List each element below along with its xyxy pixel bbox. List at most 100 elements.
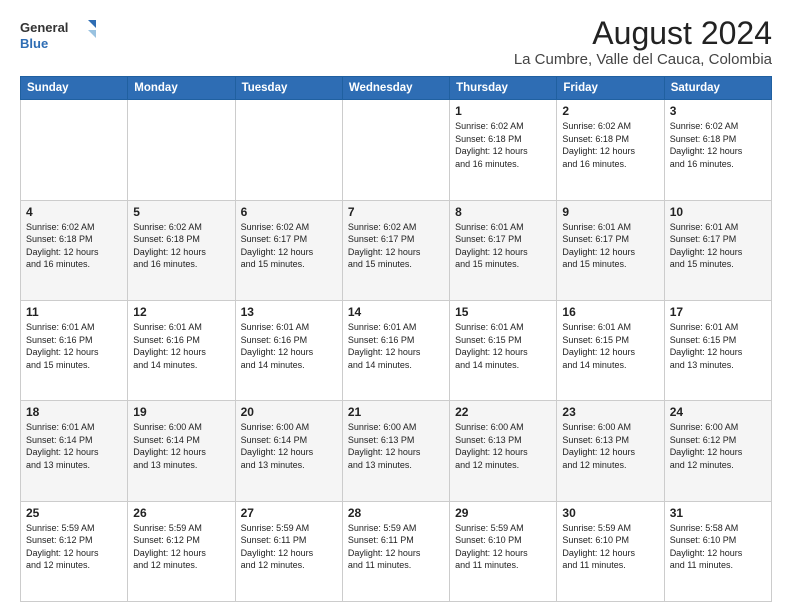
day-number: 24: [670, 405, 766, 419]
day-number: 19: [133, 405, 229, 419]
day-number: 18: [26, 405, 122, 419]
day-info: Sunrise: 6:00 AM Sunset: 6:13 PM Dayligh…: [348, 421, 444, 471]
day-number: 23: [562, 405, 658, 419]
calendar-header-thursday: Thursday: [450, 77, 557, 100]
calendar-cell: 27Sunrise: 5:59 AM Sunset: 6:11 PM Dayli…: [235, 501, 342, 601]
calendar-header-saturday: Saturday: [664, 77, 771, 100]
day-number: 26: [133, 506, 229, 520]
day-number: 27: [241, 506, 337, 520]
calendar-cell: 6 Sunrise: 6:02 AM Sunset: 6:17 PM Daylig…: [235, 200, 342, 300]
day-info: Sunrise: 5:58 AM Sunset: 6:10 PM Dayligh…: [670, 522, 766, 572]
page-title: August 2024: [514, 16, 772, 51]
day-number: 17: [670, 305, 766, 319]
calendar-week-1: 1 Sunrise: 6:02 AM Sunset: 6:18 PM Daylig…: [21, 100, 772, 200]
calendar-cell: [342, 100, 449, 200]
day-info: Sunrise: 6:02 AM Sunset: 6:18 PM Dayligh…: [133, 221, 229, 271]
calendar-cell: 9Sunrise: 6:01 AM Sunset: 6:17 PM Daylig…: [557, 200, 664, 300]
day-number: 28: [348, 506, 444, 520]
day-info: Sunrise: 6:02 AM Sunset: 6:18 PM Dayligh…: [26, 221, 122, 271]
calendar-cell: 3 Sunrise: 6:02 AM Sunset: 6:18 PM Daylig…: [664, 100, 771, 200]
day-info: Sunrise: 6:01 AM Sunset: 6:15 PM Dayligh…: [562, 321, 658, 371]
calendar-cell: 16 Sunrise: 6:01 AM Sunset: 6:15 PM Dayli…: [557, 300, 664, 400]
calendar-cell: [235, 100, 342, 200]
calendar-cell: 20 Sunrise: 6:00 AM Sunset: 6:14 PM Dayli…: [235, 401, 342, 501]
day-number: 10: [670, 205, 766, 219]
day-info: Sunrise: 6:01 AM Sunset: 6:15 PM Dayligh…: [670, 321, 766, 371]
day-info: Sunrise: 6:00 AM Sunset: 6:14 PM Dayligh…: [241, 421, 337, 471]
calendar-header-row: SundayMondayTuesdayWednesdayThursdayFrid…: [21, 77, 772, 100]
calendar-cell: 26 Sunrise: 5:59 AM Sunset: 6:12 PM Dayli…: [128, 501, 235, 601]
calendar-header-friday: Friday: [557, 77, 664, 100]
calendar-cell: 31 Sunrise: 5:58 AM Sunset: 6:10 PM Dayli…: [664, 501, 771, 601]
day-number: 31: [670, 506, 766, 520]
calendar-body: 1 Sunrise: 6:02 AM Sunset: 6:18 PM Daylig…: [21, 100, 772, 602]
day-number: 29: [455, 506, 551, 520]
day-number: 5: [133, 205, 229, 219]
calendar-cell: 21Sunrise: 6:00 AM Sunset: 6:13 PM Dayli…: [342, 401, 449, 501]
day-info: Sunrise: 6:01 AM Sunset: 6:14 PM Dayligh…: [26, 421, 122, 471]
day-info: Sunrise: 6:02 AM Sunset: 6:17 PM Dayligh…: [241, 221, 337, 271]
page-subtitle: La Cumbre, Valle del Cauca, Colombia: [514, 51, 772, 68]
calendar-table: SundayMondayTuesdayWednesdayThursdayFrid…: [20, 76, 772, 602]
calendar-cell: [128, 100, 235, 200]
calendar-cell: 14Sunrise: 6:01 AM Sunset: 6:16 PM Dayli…: [342, 300, 449, 400]
svg-text:General: General: [20, 20, 68, 35]
title-block: August 2024 La Cumbre, Valle del Cauca, …: [514, 16, 772, 68]
calendar-cell: 24 Sunrise: 6:00 AM Sunset: 6:12 PM Dayli…: [664, 401, 771, 501]
calendar-cell: 7 Sunrise: 6:02 AM Sunset: 6:17 PM Daylig…: [342, 200, 449, 300]
svg-text:Blue: Blue: [20, 36, 48, 51]
day-info: Sunrise: 6:00 AM Sunset: 6:12 PM Dayligh…: [670, 421, 766, 471]
day-info: Sunrise: 6:01 AM Sunset: 6:17 PM Dayligh…: [562, 221, 658, 271]
day-info: Sunrise: 6:02 AM Sunset: 6:17 PM Dayligh…: [348, 221, 444, 271]
calendar-cell: 15Sunrise: 6:01 AM Sunset: 6:15 PM Dayli…: [450, 300, 557, 400]
day-info: Sunrise: 6:01 AM Sunset: 6:17 PM Dayligh…: [455, 221, 551, 271]
day-number: 4: [26, 205, 122, 219]
day-number: 8: [455, 205, 551, 219]
day-number: 14: [348, 305, 444, 319]
day-info: Sunrise: 5:59 AM Sunset: 6:11 PM Dayligh…: [348, 522, 444, 572]
day-number: 16: [562, 305, 658, 319]
day-info: Sunrise: 5:59 AM Sunset: 6:12 PM Dayligh…: [133, 522, 229, 572]
calendar-cell: 10 Sunrise: 6:01 AM Sunset: 6:17 PM Dayli…: [664, 200, 771, 300]
header: General Blue August 2024 La Cumbre, Vall…: [20, 16, 772, 68]
calendar-week-4: 18 Sunrise: 6:01 AM Sunset: 6:14 PM Dayli…: [21, 401, 772, 501]
day-info: Sunrise: 6:02 AM Sunset: 6:18 PM Dayligh…: [455, 120, 551, 170]
calendar-week-5: 25 Sunrise: 5:59 AM Sunset: 6:12 PM Dayli…: [21, 501, 772, 601]
day-info: Sunrise: 5:59 AM Sunset: 6:10 PM Dayligh…: [455, 522, 551, 572]
day-info: Sunrise: 6:02 AM Sunset: 6:18 PM Dayligh…: [670, 120, 766, 170]
day-info: Sunrise: 5:59 AM Sunset: 6:12 PM Dayligh…: [26, 522, 122, 572]
page: General Blue August 2024 La Cumbre, Vall…: [0, 0, 792, 612]
day-number: 30: [562, 506, 658, 520]
day-number: 7: [348, 205, 444, 219]
day-info: Sunrise: 6:00 AM Sunset: 6:13 PM Dayligh…: [455, 421, 551, 471]
day-info: Sunrise: 6:01 AM Sunset: 6:16 PM Dayligh…: [26, 321, 122, 371]
day-info: Sunrise: 6:01 AM Sunset: 6:15 PM Dayligh…: [455, 321, 551, 371]
day-info: Sunrise: 6:00 AM Sunset: 6:14 PM Dayligh…: [133, 421, 229, 471]
calendar-cell: 25 Sunrise: 5:59 AM Sunset: 6:12 PM Dayli…: [21, 501, 128, 601]
day-number: 2: [562, 104, 658, 118]
calendar-cell: 13Sunrise: 6:01 AM Sunset: 6:16 PM Dayli…: [235, 300, 342, 400]
calendar-cell: 4 Sunrise: 6:02 AM Sunset: 6:18 PM Daylig…: [21, 200, 128, 300]
day-number: 20: [241, 405, 337, 419]
calendar-cell: [21, 100, 128, 200]
day-info: Sunrise: 6:02 AM Sunset: 6:18 PM Dayligh…: [562, 120, 658, 170]
day-number: 1: [455, 104, 551, 118]
calendar-week-3: 11 Sunrise: 6:01 AM Sunset: 6:16 PM Dayli…: [21, 300, 772, 400]
calendar-week-2: 4 Sunrise: 6:02 AM Sunset: 6:18 PM Daylig…: [21, 200, 772, 300]
day-number: 25: [26, 506, 122, 520]
day-number: 11: [26, 305, 122, 319]
calendar-cell: 1 Sunrise: 6:02 AM Sunset: 6:18 PM Daylig…: [450, 100, 557, 200]
logo-svg: General Blue: [20, 16, 100, 54]
calendar-cell: 11 Sunrise: 6:01 AM Sunset: 6:16 PM Dayli…: [21, 300, 128, 400]
day-number: 3: [670, 104, 766, 118]
day-number: 6: [241, 205, 337, 219]
day-info: Sunrise: 6:01 AM Sunset: 6:17 PM Dayligh…: [670, 221, 766, 271]
day-info: Sunrise: 5:59 AM Sunset: 6:10 PM Dayligh…: [562, 522, 658, 572]
calendar-header-monday: Monday: [128, 77, 235, 100]
calendar-cell: 30 Sunrise: 5:59 AM Sunset: 6:10 PM Dayli…: [557, 501, 664, 601]
calendar-cell: 5 Sunrise: 6:02 AM Sunset: 6:18 PM Daylig…: [128, 200, 235, 300]
calendar-cell: 22Sunrise: 6:00 AM Sunset: 6:13 PM Dayli…: [450, 401, 557, 501]
calendar-header-sunday: Sunday: [21, 77, 128, 100]
day-info: Sunrise: 6:01 AM Sunset: 6:16 PM Dayligh…: [133, 321, 229, 371]
day-info: Sunrise: 6:00 AM Sunset: 6:13 PM Dayligh…: [562, 421, 658, 471]
